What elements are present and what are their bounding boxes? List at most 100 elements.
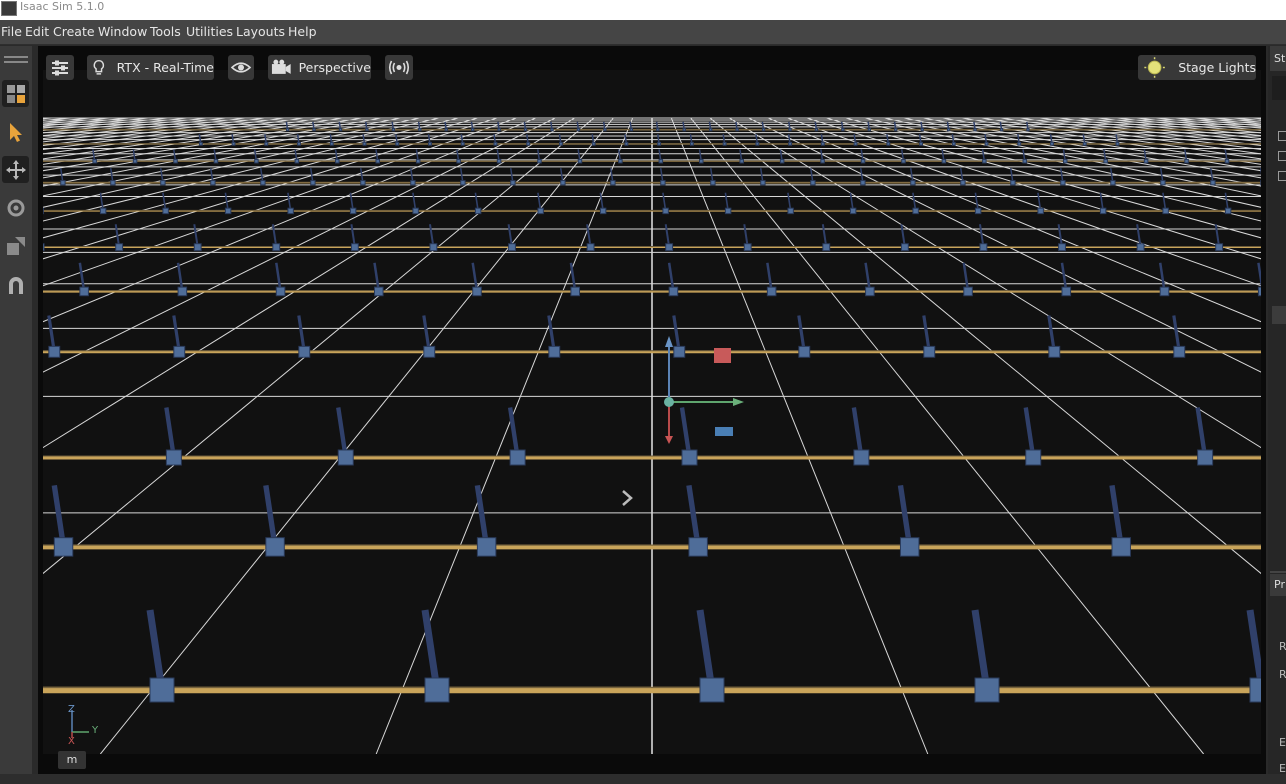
light-post-base[interactable] xyxy=(1215,243,1224,252)
light-post-base[interactable] xyxy=(423,345,436,358)
light-post-base[interactable] xyxy=(755,141,760,146)
move-icon[interactable] xyxy=(2,156,29,183)
gizmo-plane-handle[interactable] xyxy=(715,427,733,436)
light-post-base[interactable] xyxy=(1017,141,1022,146)
light-post-base[interactable] xyxy=(849,207,857,215)
light-post-base[interactable] xyxy=(1257,286,1261,297)
light-post-base[interactable] xyxy=(599,207,607,215)
light-post-base[interactable] xyxy=(658,158,664,164)
light-post-base[interactable] xyxy=(1099,207,1107,215)
light-post-base[interactable] xyxy=(523,127,528,132)
light-post-base[interactable] xyxy=(254,158,259,164)
light-post-base[interactable] xyxy=(853,141,858,146)
light-post-base[interactable] xyxy=(374,286,384,297)
scale-icon[interactable] xyxy=(2,232,29,259)
light-post-base[interactable] xyxy=(350,243,359,252)
light-post-base[interactable] xyxy=(814,127,819,132)
light-post-base[interactable] xyxy=(974,207,982,215)
light-post-base[interactable] xyxy=(1111,537,1131,557)
light-post-base[interactable] xyxy=(560,180,566,186)
light-post-base[interactable] xyxy=(424,677,450,703)
light-post-base[interactable] xyxy=(766,286,777,297)
light-post-base[interactable] xyxy=(43,243,45,252)
light-post-base[interactable] xyxy=(310,180,316,186)
light-post-base[interactable] xyxy=(550,127,554,132)
light-post-base[interactable] xyxy=(264,141,269,146)
light-post-base[interactable] xyxy=(193,243,202,252)
light-post-base[interactable] xyxy=(165,449,182,466)
light-post-base[interactable] xyxy=(493,141,498,146)
light-post-base[interactable] xyxy=(973,127,977,132)
light-post-base[interactable] xyxy=(508,243,516,252)
light-post-base[interactable] xyxy=(460,141,465,146)
light-post-base[interactable] xyxy=(272,243,281,252)
light-post-base[interactable] xyxy=(810,180,816,186)
light-post-base[interactable] xyxy=(662,207,669,215)
light-post-base[interactable] xyxy=(1026,127,1030,132)
light-post-base[interactable] xyxy=(894,127,898,132)
light-post-base[interactable] xyxy=(335,158,340,164)
light-post-base[interactable] xyxy=(901,158,906,164)
light-post-base[interactable] xyxy=(668,286,679,297)
unit-label[interactable]: m xyxy=(58,751,86,769)
visibility-button[interactable] xyxy=(228,55,254,80)
stage-panel-tab[interactable]: St xyxy=(1270,46,1286,71)
light-post-base[interactable] xyxy=(375,158,380,164)
snap-icon[interactable] xyxy=(2,271,29,298)
light-post-base[interactable] xyxy=(629,127,633,132)
light-post-base[interactable] xyxy=(391,127,396,132)
light-post-base[interactable] xyxy=(418,127,422,132)
light-post-base[interactable] xyxy=(923,345,936,358)
light-post-base[interactable] xyxy=(710,180,716,186)
light-post-base[interactable] xyxy=(444,127,448,132)
menu-tools[interactable]: Tools xyxy=(150,24,181,39)
light-post-base[interactable] xyxy=(788,127,792,132)
light-post-base[interactable] xyxy=(548,345,561,358)
light-post-base[interactable] xyxy=(456,158,461,164)
light-post-base[interactable] xyxy=(1160,180,1166,186)
light-post-base[interactable] xyxy=(1025,449,1042,466)
light-post-base[interactable] xyxy=(624,141,629,146)
light-post-base[interactable] xyxy=(410,180,416,186)
light-post-base[interactable] xyxy=(149,677,175,703)
light-post-base[interactable] xyxy=(1210,180,1216,186)
light-post-base[interactable] xyxy=(735,127,739,132)
rotate-icon[interactable] xyxy=(2,194,29,221)
light-post-base[interactable] xyxy=(559,141,563,146)
menu-create[interactable]: Create xyxy=(53,24,95,39)
light-post-base[interactable] xyxy=(265,537,285,557)
light-post-base[interactable] xyxy=(841,127,845,132)
light-post-base[interactable] xyxy=(497,127,501,132)
light-post-base[interactable] xyxy=(287,207,294,215)
light-post-base[interactable] xyxy=(285,127,290,132)
select-icon[interactable] xyxy=(2,118,29,145)
light-post-base[interactable] xyxy=(298,345,311,358)
light-post-base[interactable] xyxy=(1060,180,1066,186)
light-post-base[interactable] xyxy=(1249,677,1261,703)
light-post-base[interactable] xyxy=(860,158,866,164)
light-post-base[interactable] xyxy=(415,158,421,164)
stage-search-input[interactable] xyxy=(1272,76,1286,100)
expand-icon[interactable] xyxy=(1278,131,1286,141)
light-post-base[interactable] xyxy=(689,141,694,146)
light-post-base[interactable] xyxy=(660,180,666,186)
expand-icon[interactable] xyxy=(1278,151,1286,161)
light-post-base[interactable] xyxy=(1058,243,1066,252)
menu-edit[interactable]: Edit xyxy=(25,24,49,39)
light-post-base[interactable] xyxy=(743,243,752,252)
light-post-base[interactable] xyxy=(853,449,870,466)
light-post-base[interactable] xyxy=(739,158,744,164)
light-post-base[interactable] xyxy=(329,141,334,146)
stage-lights-button[interactable]: Stage Lights xyxy=(1138,55,1256,80)
broadcast-button[interactable] xyxy=(385,55,413,80)
property-panel-tab[interactable]: Pr xyxy=(1270,574,1286,596)
light-post-base[interactable] xyxy=(110,180,116,186)
light-post-base[interactable] xyxy=(429,243,438,252)
light-post-base[interactable] xyxy=(682,127,686,132)
light-post-base[interactable] xyxy=(699,677,725,703)
light-post-base[interactable] xyxy=(760,180,766,186)
light-post-base[interactable] xyxy=(294,158,300,164)
collapse-icon[interactable] xyxy=(1278,171,1286,181)
light-post-base[interactable] xyxy=(297,141,301,146)
light-post-base[interactable] xyxy=(699,158,704,164)
